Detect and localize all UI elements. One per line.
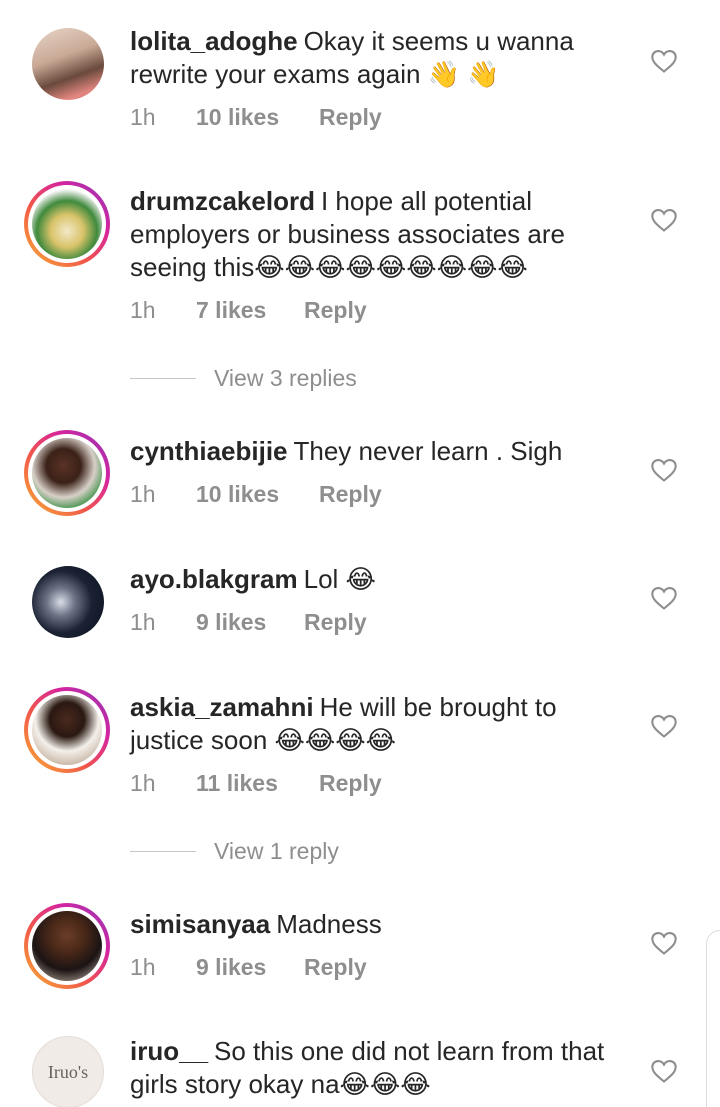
- avatar-image: [32, 189, 102, 259]
- avatar-image: [32, 911, 102, 981]
- comment-time: 1h: [130, 297, 156, 323]
- reply-button[interactable]: Reply: [304, 954, 367, 981]
- view-replies-button[interactable]: View 1 reply: [130, 838, 339, 865]
- comment-likes[interactable]: 9 likes: [196, 954, 304, 981]
- comment-text: They never learn . Sigh: [293, 436, 563, 466]
- reply-button[interactable]: Reply: [319, 770, 382, 797]
- comment-time: 1h: [130, 770, 156, 796]
- divider: [130, 378, 196, 379]
- comments-list: lolita_adoghe Okay it seems u wanna rewri…: [0, 0, 720, 1107]
- comment-likes[interactable]: 9 likes: [196, 609, 304, 636]
- comment-username[interactable]: iruo__: [130, 1036, 208, 1066]
- comment-time: 1h: [130, 481, 156, 507]
- avatar-logo-text: Iruo's: [47, 1061, 89, 1082]
- heart-outline-icon[interactable]: [650, 585, 678, 611]
- comment-text: Lol 😂: [303, 564, 376, 594]
- avatar[interactable]: [24, 28, 110, 114]
- comment-text: Madness: [276, 909, 382, 939]
- avatar-image: [32, 566, 104, 638]
- view-replies-button[interactable]: View 3 replies: [130, 365, 357, 392]
- comment-username[interactable]: lolita_adoghe: [130, 26, 298, 56]
- reply-button[interactable]: Reply: [319, 104, 382, 131]
- heart-outline-icon[interactable]: [650, 457, 678, 483]
- comment-likes[interactable]: 11 likes: [196, 770, 319, 797]
- avatar[interactable]: [24, 566, 110, 652]
- comment-time: 1h: [130, 609, 156, 635]
- comment-time: 1h: [130, 104, 156, 130]
- avatar[interactable]: [24, 687, 110, 773]
- comment-likes[interactable]: 10 likes: [196, 481, 319, 508]
- divider: [130, 851, 196, 852]
- comment-username[interactable]: drumzcakelord: [130, 186, 315, 216]
- comment-likes[interactable]: 10 likes: [196, 104, 319, 131]
- reply-button[interactable]: Reply: [304, 297, 367, 324]
- heart-outline-icon[interactable]: [650, 207, 678, 233]
- avatar[interactable]: [24, 903, 110, 989]
- reply-button[interactable]: Reply: [319, 481, 382, 508]
- avatar-image: [32, 695, 102, 765]
- avatar-image: [32, 28, 104, 100]
- avatar[interactable]: [24, 181, 110, 267]
- comment-time: 1h: [130, 954, 156, 980]
- reply-button[interactable]: Reply: [304, 609, 367, 636]
- avatar-image: [32, 438, 102, 508]
- heart-outline-icon[interactable]: [650, 713, 678, 739]
- comment-likes[interactable]: 7 likes: [196, 297, 304, 324]
- avatar[interactable]: Iruo's: [24, 1036, 110, 1107]
- comment-username[interactable]: askia_zamahni: [130, 692, 314, 722]
- comment-username[interactable]: ayo.blakgram: [130, 564, 298, 594]
- heart-outline-icon[interactable]: [650, 1058, 678, 1084]
- comment-username[interactable]: cynthiaebijie: [130, 436, 288, 466]
- avatar-image: Iruo's: [32, 1036, 104, 1107]
- avatar[interactable]: [24, 430, 110, 516]
- heart-outline-icon[interactable]: [650, 930, 678, 956]
- overlay-edge: [706, 930, 720, 1107]
- comment-username[interactable]: simisanyaa: [130, 909, 270, 939]
- heart-outline-icon[interactable]: [650, 48, 678, 74]
